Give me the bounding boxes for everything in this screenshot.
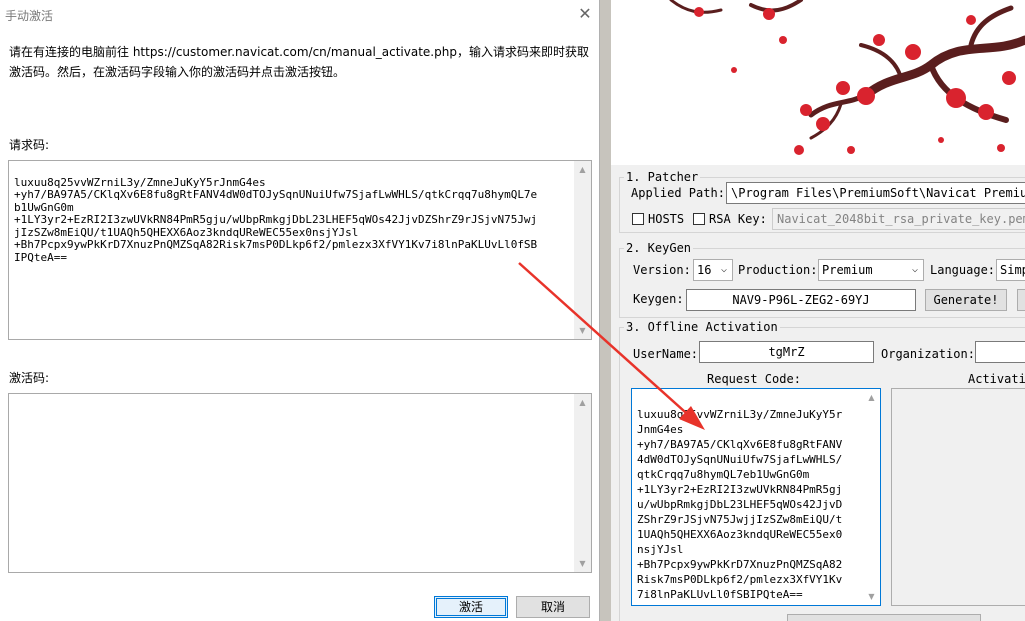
- activation-code-scrollbar[interactable]: ▲ ▼: [574, 394, 591, 572]
- cancel-button[interactable]: 取消: [516, 596, 590, 618]
- hosts-label: HOSTS: [648, 212, 685, 226]
- chevron-down-icon[interactable]: ⌵: [907, 260, 923, 280]
- request-code-text: luxuu8q25vvWZrniL3y/ZmneJuKyY5r JnmG4es …: [637, 392, 863, 602]
- request-code-scrollbar[interactable]: ▲ ▼: [863, 389, 880, 605]
- request-code-label: 请求码:: [9, 138, 50, 152]
- activation-code-textarea[interactable]: [891, 388, 1025, 606]
- version-label: Version:: [633, 263, 691, 277]
- language-value: Simp: [1000, 263, 1025, 277]
- keygen-legend: 2. KeyGen: [624, 240, 694, 256]
- patcher-legend: 1. Patcher: [624, 169, 701, 185]
- activate-button[interactable]: 激活: [434, 596, 508, 618]
- rsa-key-checkbox[interactable]: [693, 213, 705, 225]
- instruction-text: 请在有连接的电脑前往 https://customer.navicat.com/…: [9, 45, 589, 79]
- activation-code-label: Activatio: [968, 372, 1025, 386]
- activation-code-label: 激活码:: [9, 371, 50, 385]
- organization-input[interactable]: [975, 341, 1025, 363]
- dialog-titlebar: 手动激活 ✕: [0, 0, 600, 30]
- request-code-textarea[interactable]: luxuu8q25vvWZrniL3y/ZmneJuKyY5rJnmG4es +…: [8, 160, 592, 340]
- applied-path-label: Applied Path:: [631, 186, 725, 200]
- bottom-button[interactable]: [787, 614, 981, 621]
- request-code-line: 4dW0dTOJySqnUNuiUfw7SjafLwWHLS/: [637, 453, 843, 466]
- request-code-line: +1LY3yr2+EzRI2I3zwUVkRN84PmR5gju/wUbpRmk…: [14, 213, 538, 226]
- request-code-line: qtkCrqq7u8hymQL7eb1UwGnG0m: [637, 468, 810, 481]
- request-code-line: jIzSZw8mEiQU/t1UAQh5QHEXX6Aoz3kndqUReWEC…: [14, 225, 359, 239]
- applied-path-input[interactable]: \Program Files\PremiumSoft\Navicat Premi…: [726, 182, 1025, 204]
- scroll-up-icon[interactable]: ▲: [574, 161, 591, 178]
- request-code-line: ZShrZ9rJSjvN75JwjjIzSZw8mEiQU/t: [637, 513, 843, 526]
- username-label: UserName:: [633, 347, 699, 361]
- request-code-line: +yh7/BA97A5/CKlqXv6E8fu8gRtFANV: [637, 438, 843, 451]
- scroll-down-icon[interactable]: ▼: [574, 555, 591, 572]
- scroll-down-icon[interactable]: ▼: [574, 322, 591, 339]
- language-select[interactable]: Simp: [996, 259, 1025, 281]
- activation-code-textarea[interactable]: ▲ ▼: [8, 393, 592, 573]
- request-code-line: +1LY3yr2+EzRI2I3zwUVkRN84PmR5gj: [637, 483, 843, 496]
- close-icon[interactable]: ✕: [574, 3, 596, 25]
- version-select[interactable]: 16 ⌵: [693, 259, 733, 281]
- request-code-line: 1UAQh5QHEXX6Aoz3kndqUReWEC55ex0: [637, 528, 843, 541]
- rsa-key-input[interactable]: Navicat_2048bit_rsa_private_key.pem: [772, 208, 1025, 230]
- window-gap: [600, 0, 611, 621]
- copy-button[interactable]: [1017, 289, 1025, 311]
- keygen-window: 1. Patcher Applied Path: \Program Files\…: [611, 0, 1025, 621]
- hosts-checkbox[interactable]: [632, 213, 644, 225]
- rsa-key-label: RSA Key:: [709, 212, 767, 226]
- request-code-line: luxuu8q25vvWZrniL3y/ZmneJuKyY5rJnmG4es: [14, 175, 266, 189]
- request-code-line: +Bh7Pcpx9ywPkKrD7XnuzPnQMZSqA82Risk7msP0…: [14, 238, 538, 251]
- generate-button[interactable]: Generate!: [925, 289, 1007, 311]
- plum-blossom-banner: [611, 0, 1025, 165]
- keygen-label: Keygen:: [633, 292, 684, 306]
- username-input[interactable]: tgMrZ: [699, 341, 874, 363]
- request-code-textarea[interactable]: luxuu8q25vvWZrniL3y/ZmneJuKyY5r JnmG4es …: [631, 388, 881, 606]
- production-label: Production:: [738, 263, 818, 277]
- request-code-line: IPQteA==: [14, 250, 67, 264]
- language-label: Language:: [930, 263, 996, 277]
- request-code-line: luxuu8q25vvWZrniL3y/ZmneJuKyY5r: [637, 408, 843, 421]
- manual-activation-dialog: 手动激活 ✕ 请在有连接的电脑前往 https://customer.navic…: [0, 0, 600, 621]
- organization-label: Organization:: [881, 347, 975, 361]
- request-code-line: JnmG4es: [637, 423, 684, 436]
- request-code-scrollbar[interactable]: ▲ ▼: [574, 161, 591, 339]
- request-code-text: luxuu8q25vvWZrniL3y/ZmneJuKyY5rJnmG4es +…: [14, 164, 570, 264]
- chevron-down-icon[interactable]: ⌵: [716, 260, 732, 280]
- keygen-input[interactable]: NAV9-P96L-ZEG2-69YJ: [686, 289, 916, 311]
- request-code-line: u/wUbpRmkgjDbL23LHEF5qWOs42JjvD: [637, 498, 843, 511]
- request-code-line: +yh7/BA97A5/CKlqXv6E8fu8gRtFANV4dW0dTOJy…: [14, 188, 538, 201]
- request-code-line: 7i8lnPaKLUvLl0fSBIPQteA==: [637, 588, 803, 601]
- scroll-up-icon[interactable]: ▲: [574, 394, 591, 411]
- request-code-label: Request Code:: [707, 372, 801, 386]
- request-code-line: Risk7msP0DLkp6f2/pmlezx3XfVY1Kv: [637, 573, 843, 586]
- scroll-down-icon[interactable]: ▼: [863, 588, 880, 605]
- request-code-line: +Bh7Pcpx9ywPkKrD7XnuzPnQMZSqA82: [637, 558, 843, 571]
- scroll-up-icon[interactable]: ▲: [863, 389, 880, 406]
- production-select[interactable]: Premium ⌵: [818, 259, 924, 281]
- version-value: 16: [697, 263, 712, 277]
- dialog-title: 手动激活: [5, 9, 54, 23]
- request-code-line: b1UwGnG0m: [14, 200, 74, 214]
- offline-activation-legend: 3. Offline Activation: [624, 319, 780, 335]
- request-code-line: nsjYJsl: [637, 543, 684, 556]
- production-value: Premium: [822, 263, 873, 277]
